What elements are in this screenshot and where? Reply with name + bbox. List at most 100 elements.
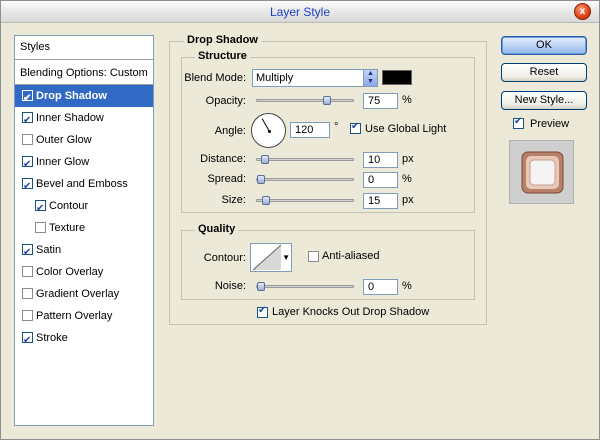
close-icon[interactable]: x <box>574 3 591 20</box>
style-item-label: Drop Shadow <box>36 90 107 102</box>
angle-label: Angle: <box>214 125 246 137</box>
style-item-label: Contour <box>49 200 89 212</box>
size-unit: px <box>402 194 414 206</box>
style-item-label: Gradient Overlay <box>36 288 120 300</box>
style-item-label: Inner Shadow <box>36 112 104 124</box>
color-overlay-checkbox[interactable] <box>22 266 33 277</box>
style-item-outer-glow[interactable]: Outer Glow <box>15 129 153 151</box>
gradient-overlay-checkbox[interactable] <box>22 288 33 299</box>
contour-checkbox[interactable] <box>35 198 46 220</box>
angle-needle <box>261 118 270 132</box>
style-item-texture[interactable]: Texture <box>15 217 153 239</box>
style-item-label: Stroke <box>36 332 68 344</box>
spread-unit: % <box>402 173 412 185</box>
noise-unit: % <box>402 280 412 292</box>
preview-checkbox[interactable] <box>513 116 524 129</box>
style-item-satin[interactable]: Satin <box>15 239 153 264</box>
styles-header[interactable]: Styles <box>15 36 153 60</box>
preview-swatch-icon <box>521 151 564 194</box>
spread-label: Spread: <box>207 173 246 185</box>
angle-dial[interactable] <box>251 113 286 148</box>
drop-shadow-checkbox[interactable] <box>22 88 33 110</box>
blending-options-item[interactable]: Blending Options: Custom <box>15 62 153 84</box>
angle-input[interactable]: 120 <box>290 122 330 138</box>
anti-aliased-checkbox[interactable] <box>308 251 319 262</box>
satin-checkbox[interactable] <box>22 242 33 264</box>
noise-label: Noise: <box>214 280 246 292</box>
texture-checkbox[interactable] <box>35 222 46 233</box>
opacity-input[interactable]: 75 <box>363 93 398 109</box>
style-item-inner-glow[interactable]: Inner Glow <box>15 151 153 176</box>
opacity-label: Opacity: <box>205 95 246 107</box>
slider-thumb[interactable] <box>260 155 269 164</box>
style-item-label: Outer Glow <box>36 134 92 146</box>
style-item-gradient-overlay[interactable]: Gradient Overlay <box>15 283 153 305</box>
style-item-label: Bevel and Emboss <box>36 178 128 190</box>
outer-glow-checkbox[interactable] <box>22 134 33 145</box>
blend-mode-value: Multiply <box>256 72 294 84</box>
chevron-updown-icon: ▲ ▼ <box>363 70 377 86</box>
style-item-label: Color Overlay <box>36 266 104 278</box>
opacity-slider[interactable] <box>256 96 354 105</box>
ok-button[interactable]: OK <box>501 36 587 55</box>
title-bar[interactable]: Layer Style x <box>1 1 599 23</box>
distance-unit: px <box>402 153 414 165</box>
spread-slider[interactable] <box>256 175 354 184</box>
size-slider[interactable] <box>256 196 354 205</box>
use-global-light-checkbox[interactable] <box>350 121 361 134</box>
distance-label: Distance: <box>200 153 246 165</box>
style-item-label: Pattern Overlay <box>36 310 113 322</box>
slider-thumb[interactable] <box>323 96 331 105</box>
blending-options-label: Blending Options: Custom <box>20 67 148 79</box>
distance-input[interactable]: 10 <box>363 152 398 168</box>
style-item-bevel-emboss[interactable]: Bevel and Emboss <box>15 173 153 198</box>
size-label: Size: <box>221 194 246 206</box>
contour-label: Contour: <box>203 252 246 264</box>
inner-shadow-checkbox[interactable] <box>22 110 33 132</box>
angle-center <box>268 130 271 133</box>
slider-thumb[interactable] <box>262 196 271 205</box>
size-input[interactable]: 15 <box>363 193 398 209</box>
preview-label: Preview <box>530 118 570 130</box>
window-title: Layer Style <box>269 5 331 19</box>
structure-title: Structure <box>195 50 250 62</box>
style-item-contour[interactable]: Contour <box>15 195 153 220</box>
layer-style-dialog: Layer Style x Styles Blending Options: C… <box>0 0 600 440</box>
drop-shadow-title: Drop Shadow <box>184 34 261 46</box>
style-item-drop-shadow[interactable]: Drop Shadow <box>15 85 153 110</box>
slider-thumb[interactable] <box>257 282 265 291</box>
styles-list: Styles Blending Options: Custom Drop Sha… <box>14 35 154 426</box>
opacity-unit: % <box>402 94 412 106</box>
noise-input[interactable]: 0 <box>363 279 398 295</box>
style-item-label: Inner Glow <box>36 156 90 168</box>
noise-slider[interactable] <box>256 282 354 291</box>
blend-mode-label: Blend Mode: <box>184 72 246 84</box>
inner-glow-checkbox[interactable] <box>22 154 33 176</box>
style-item-inner-shadow[interactable]: Inner Shadow <box>15 107 153 132</box>
new-style-button[interactable]: New Style... <box>501 91 587 110</box>
layer-knockout-label: Layer Knocks Out Drop Shadow <box>272 306 430 318</box>
pattern-overlay-checkbox[interactable] <box>22 310 33 321</box>
shadow-color-swatch[interactable] <box>382 70 412 85</box>
slider-thumb[interactable] <box>257 175 265 184</box>
chevron-down-icon: ▼ <box>282 253 290 262</box>
style-item-label: Satin <box>36 244 62 256</box>
style-preview-thumbnail <box>509 140 574 204</box>
contour-picker[interactable]: ▼ <box>250 243 292 272</box>
use-global-light-label: Use Global Light <box>365 123 447 135</box>
quality-title: Quality <box>195 223 239 235</box>
stroke-checkbox[interactable] <box>22 330 33 352</box>
blend-mode-select[interactable]: Multiply ▲ ▼ <box>252 69 378 87</box>
spread-input[interactable]: 0 <box>363 172 398 188</box>
distance-slider[interactable] <box>256 155 354 164</box>
layer-knockout-checkbox[interactable] <box>257 305 268 318</box>
style-item-label: Texture <box>49 222 86 234</box>
bevel-emboss-checkbox[interactable] <box>22 176 33 198</box>
anti-aliased-label: Anti-aliased <box>322 250 380 262</box>
style-item-pattern-overlay[interactable]: Pattern Overlay <box>15 305 153 327</box>
angle-unit: ° <box>334 121 339 133</box>
style-item-color-overlay[interactable]: Color Overlay <box>15 261 153 283</box>
contour-curve-icon <box>252 244 282 271</box>
style-item-stroke[interactable]: Stroke <box>15 327 153 352</box>
reset-button[interactable]: Reset <box>501 63 587 82</box>
